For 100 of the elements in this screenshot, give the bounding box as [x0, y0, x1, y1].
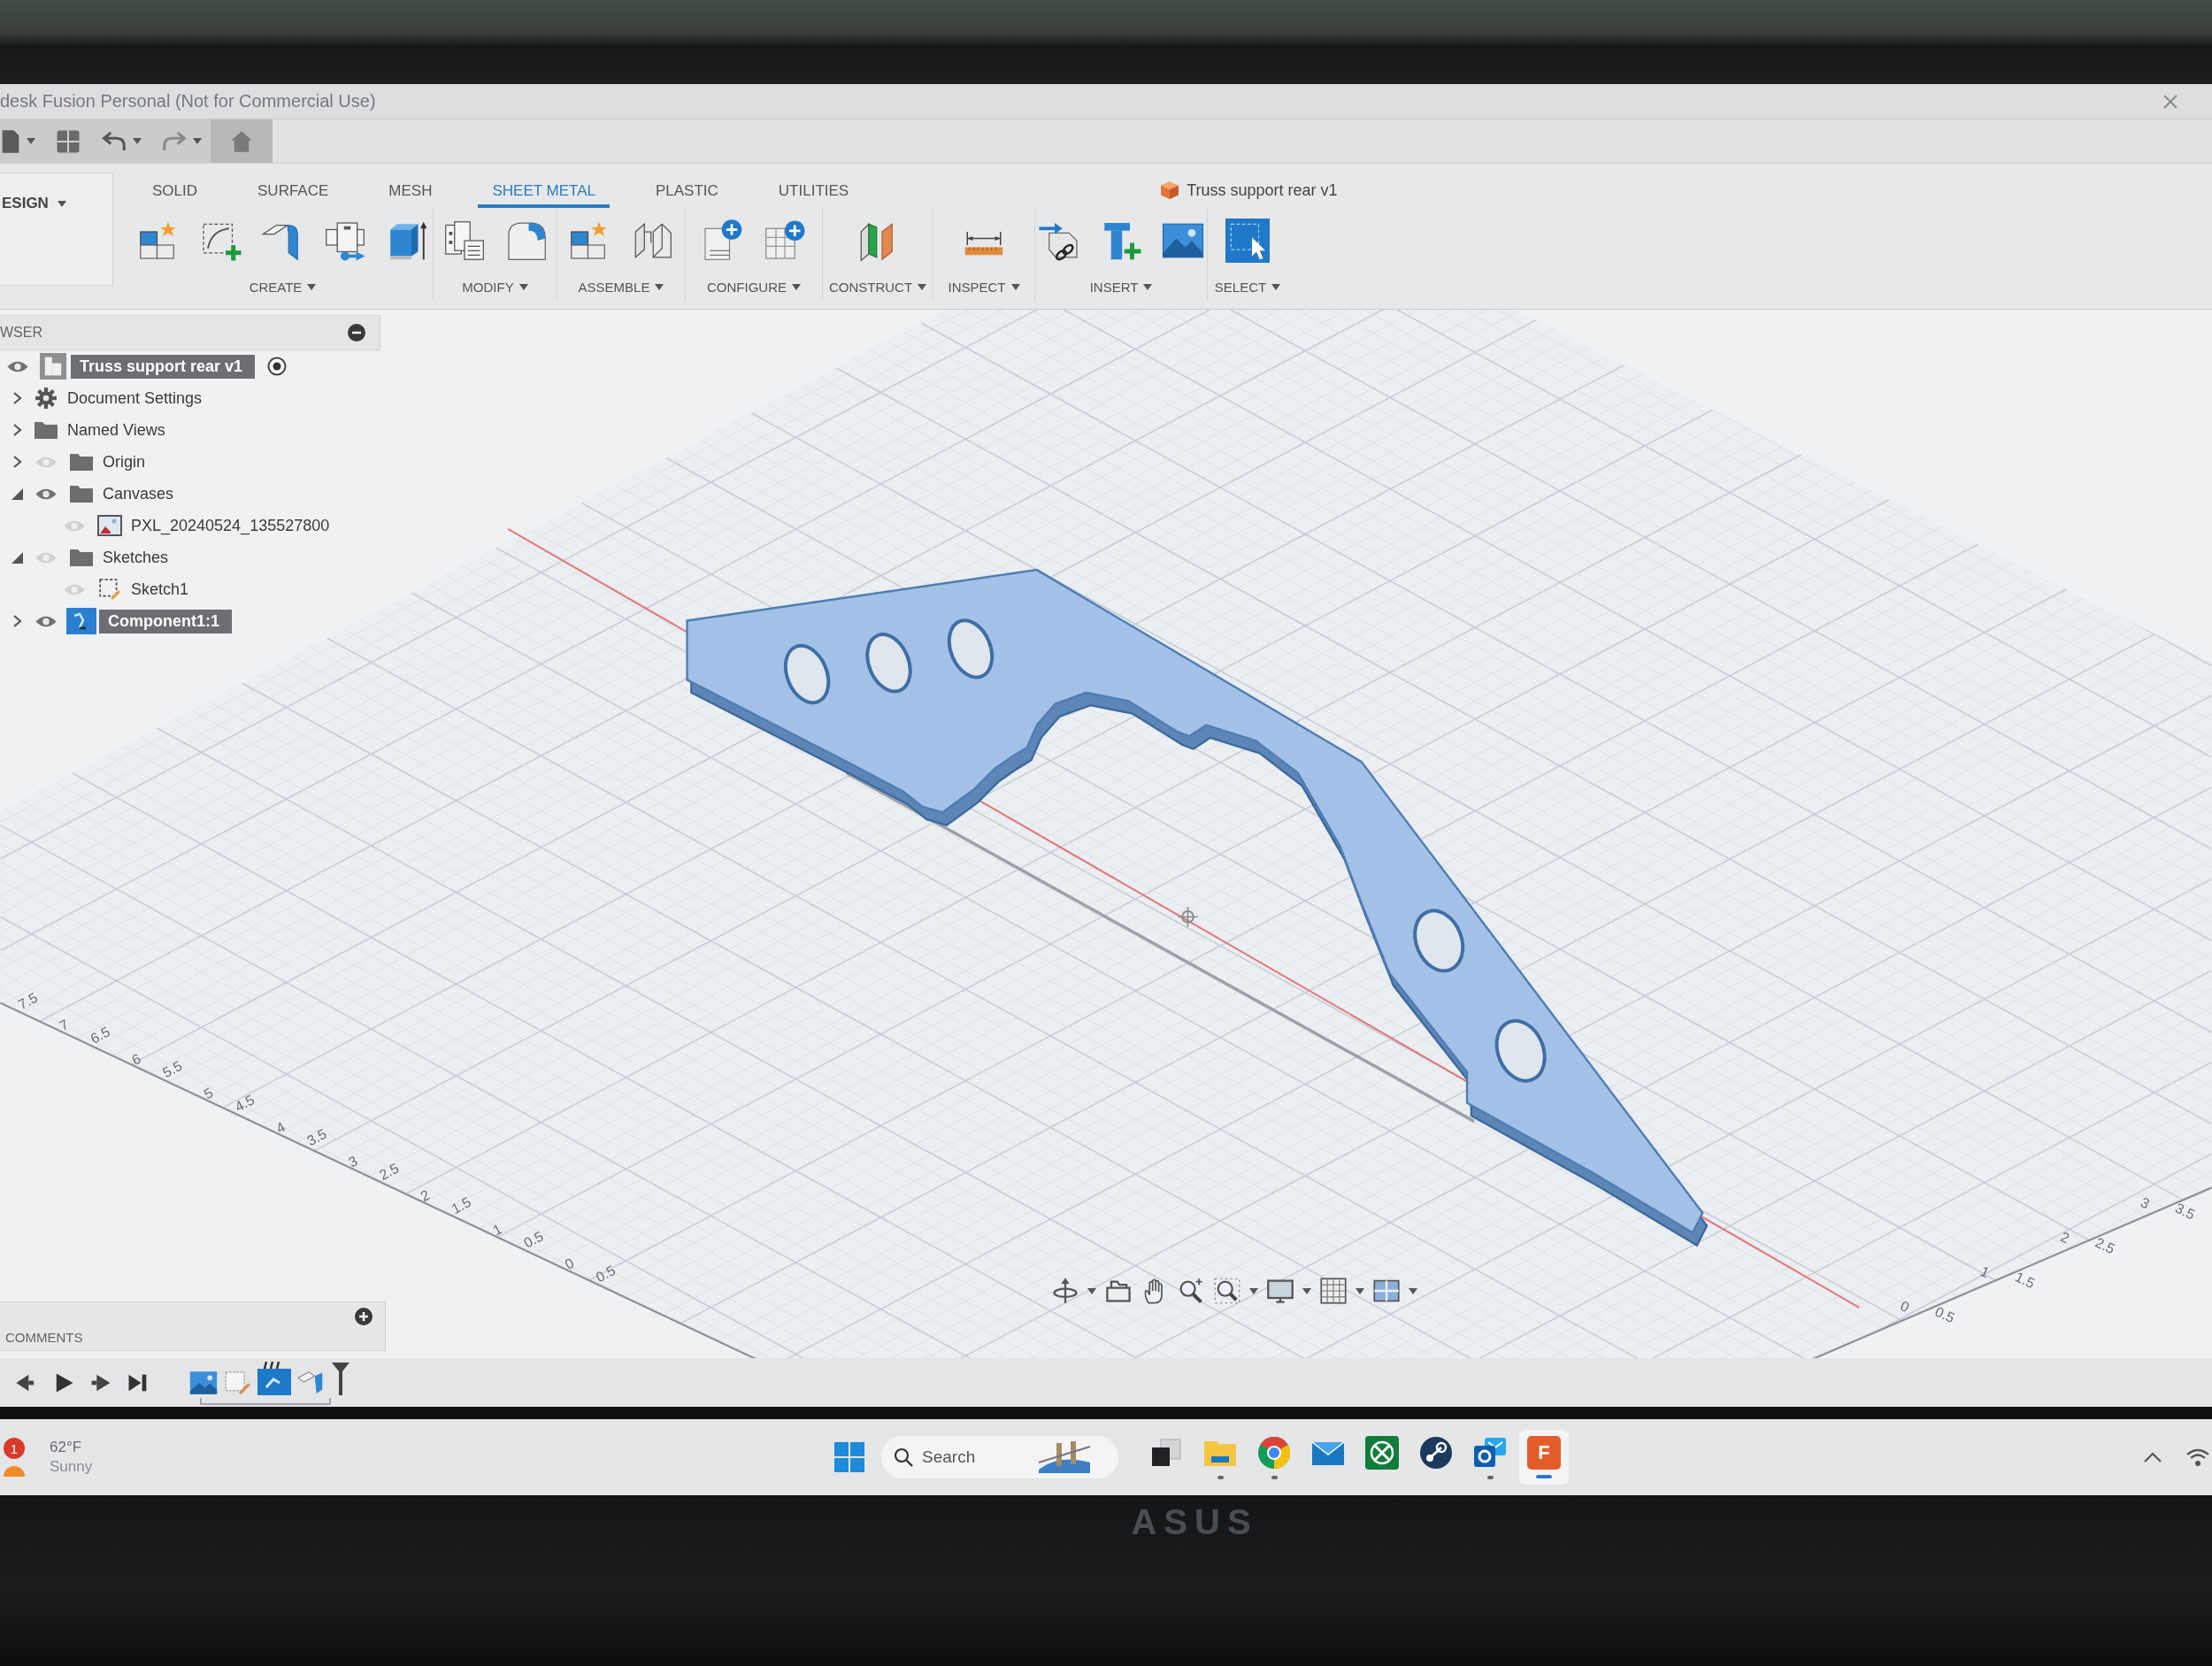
menu-button[interactable]: MODIFY	[462, 280, 528, 295]
expander-chevron-icon[interactable]	[12, 391, 22, 405]
app-logo: F	[1527, 1436, 1561, 1470]
grid-icon[interactable]	[1319, 1277, 1348, 1305]
timeline-marker-icon[interactable]	[331, 1360, 350, 1396]
picture-icon	[97, 515, 122, 536]
activate-radio[interactable]	[267, 357, 288, 376]
ribbon-tab[interactable]: PLASTIC	[641, 182, 733, 208]
caret-icon[interactable]	[1356, 1287, 1364, 1294]
cube-icon	[1160, 180, 1180, 200]
tree-item[interactable]: Truss support rear v1	[71, 354, 256, 379]
menu-button[interactable]: SELECT	[1214, 280, 1281, 295]
ruler-label: 2	[418, 1186, 433, 1204]
search-field[interactable]: Search	[922, 1447, 1028, 1467]
tree-item[interactable]: Component1:1	[99, 609, 232, 633]
picture-icon[interactable]	[189, 1369, 218, 1396]
expander-triangle-icon[interactable]	[11, 551, 23, 564]
caret-icon	[133, 138, 142, 144]
caret-icon	[1143, 284, 1153, 290]
brand-logo: ASUS	[1131, 1502, 1258, 1542]
ruler-label: 1	[490, 1221, 504, 1239]
tree-item[interactable]: Sketches	[99, 545, 180, 570]
menu-button[interactable]: ASSEMBLE	[578, 280, 664, 295]
windows-logo-icon	[833, 1441, 865, 1473]
tree-item[interactable]: Named Views	[64, 418, 176, 442]
ruler-label: 1.5	[2012, 1269, 2038, 1292]
zoom-icon[interactable]	[1177, 1277, 1205, 1305]
panel-title: WSER	[0, 325, 42, 341]
caret-icon	[57, 200, 66, 207]
ruler-label: 0	[562, 1255, 577, 1272]
ruler-label: 5.5	[160, 1057, 185, 1081]
ruler-label: 0	[1898, 1298, 1912, 1316]
tree-item[interactable]: Canvases	[99, 481, 185, 506]
ruler-label: 1	[1978, 1263, 1992, 1281]
select-icon[interactable]	[1225, 219, 1270, 263]
ruler-label: 6	[129, 1050, 143, 1068]
caret-icon[interactable]	[1302, 1287, 1311, 1294]
caret-icon	[655, 284, 664, 290]
menu-button[interactable]: CONFIGURE	[707, 280, 801, 295]
component-icon[interactable]	[257, 1360, 292, 1396]
tree-item[interactable]: PXL_20240524_135527800	[127, 513, 341, 538]
close-icon	[2162, 93, 2178, 110]
ribbon-tab[interactable]: MESH	[374, 182, 447, 208]
fit-icon[interactable]	[1213, 1277, 1241, 1305]
ribbon-tab[interactable]: SHEET METAL	[478, 182, 610, 208]
origin-marker-icon	[1177, 906, 1199, 928]
notification-badge: 1	[4, 1438, 25, 1459]
wifi-icon[interactable]	[2185, 1447, 2210, 1467]
tree-item[interactable]: Sketch1	[127, 577, 200, 602]
caret-icon[interactable]	[1087, 1287, 1096, 1294]
plus-circle-icon[interactable]	[355, 1308, 373, 1325]
caret-icon	[1271, 284, 1281, 290]
ribbon-tab[interactable]: SOLID	[138, 182, 212, 208]
ribbon-tab[interactable]: SURFACE	[243, 182, 343, 208]
search-bar[interactable]: Search	[881, 1436, 1118, 1478]
workspace-menu[interactable]: ESIGN	[0, 195, 66, 212]
caret-icon	[307, 284, 317, 290]
menu-button[interactable]: CONSTRUCT	[828, 280, 927, 295]
tree-item[interactable]: Origin	[99, 449, 156, 474]
chevron-up-icon[interactable]	[2143, 1451, 2162, 1463]
orbit-icon[interactable]	[1051, 1277, 1079, 1305]
ruler-label: 7.5	[15, 989, 41, 1013]
browser-icon	[1256, 1435, 1292, 1470]
monitor-icon[interactable]	[1266, 1277, 1294, 1305]
weather-condition: Sunny	[50, 1458, 93, 1476]
expander-chevron-icon[interactable]	[12, 423, 22, 437]
ruler-label: 3	[2138, 1194, 2152, 1212]
expander-triangle-icon[interactable]	[11, 488, 23, 500]
ruler-label: 4	[273, 1118, 288, 1136]
folder-icon	[69, 548, 94, 567]
expander-chevron-icon[interactable]	[12, 455, 22, 469]
menu-button[interactable]: INSPECT	[948, 280, 1020, 295]
menu-button[interactable]: CREATE	[249, 280, 317, 295]
document-title: Truss support rear v1	[1187, 180, 1338, 200]
caret-icon	[518, 284, 528, 290]
window-title: desk Fusion Personal (Not for Commercial Use)	[0, 91, 376, 111]
ribbon-tab[interactable]: UTILITIES	[764, 182, 864, 208]
ruler-label: 5	[201, 1085, 216, 1102]
ruler-label: 6.5	[88, 1024, 112, 1047]
ruler-label: 0.5	[593, 1262, 618, 1286]
ruler-label: 3	[345, 1153, 360, 1171]
folder-icon	[69, 452, 94, 472]
expander-chevron-icon[interactable]	[12, 614, 22, 628]
menu-button[interactable]: INSERT	[1089, 280, 1153, 295]
start-button[interactable]	[832, 1440, 867, 1475]
ruler-label: 7	[57, 1017, 72, 1034]
taskbar-app-button[interactable]: F	[1519, 1430, 1569, 1485]
document-icon	[40, 353, 66, 380]
caret-icon[interactable]	[1249, 1287, 1258, 1294]
ruler-label: 0.5	[521, 1228, 546, 1251]
ruler-label: 2.5	[376, 1160, 402, 1183]
file-button[interactable]	[0, 128, 35, 154]
gear-icon	[35, 387, 58, 410]
caret-icon	[918, 284, 927, 290]
minus-circle-icon[interactable]	[348, 324, 365, 342]
caret-icon[interactable]	[1409, 1287, 1417, 1294]
ruler-label: 2.5	[2093, 1234, 2117, 1257]
tree-item[interactable]: Document Settings	[64, 386, 213, 411]
weather-temperature: 62°F	[50, 1439, 83, 1456]
ruler-label: 1.5	[449, 1194, 473, 1217]
